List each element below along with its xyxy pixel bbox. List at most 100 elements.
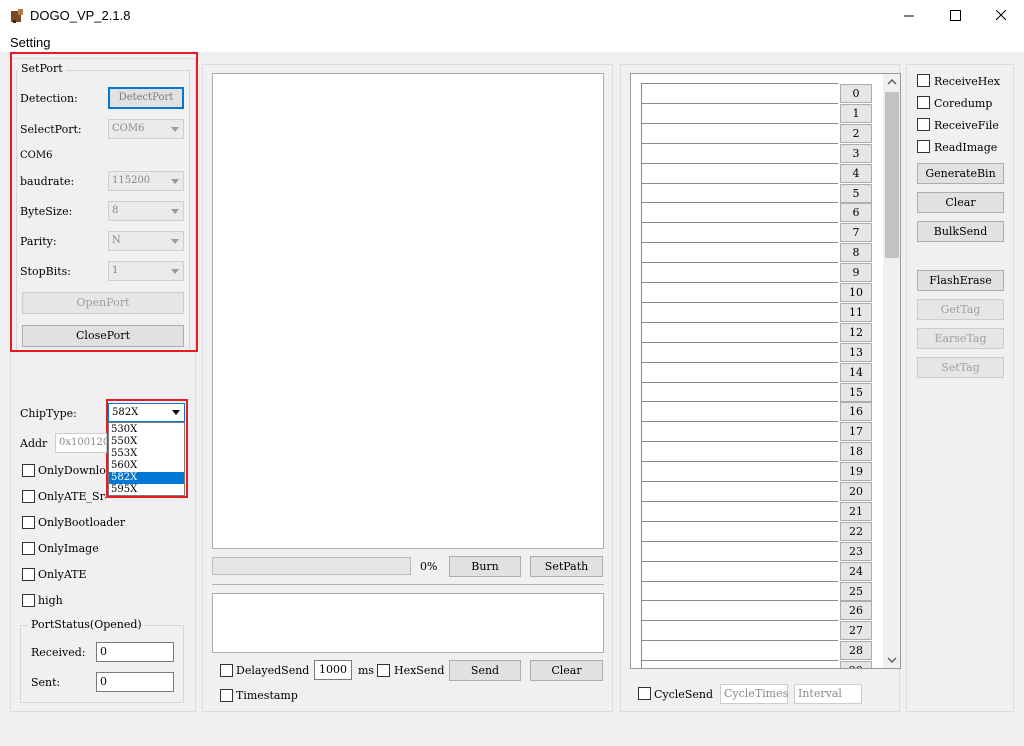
onlydownload-checkbox[interactable] (22, 464, 35, 477)
grid-row-button[interactable]: 0 (840, 84, 872, 103)
grid-cell-input[interactable] (641, 441, 838, 462)
grid-cell-input[interactable] (641, 122, 838, 143)
grid-cell-input[interactable] (641, 282, 838, 302)
delayedsend-checkbox[interactable] (220, 664, 233, 677)
grid-row-button[interactable]: 20 (840, 482, 872, 501)
grid-row-button[interactable]: 17 (840, 422, 872, 442)
grid-cell-input[interactable] (641, 321, 838, 342)
grid-row-button[interactable]: 4 (840, 163, 872, 183)
grid-row-button[interactable]: 9 (840, 263, 872, 283)
grid-cell-input[interactable] (641, 620, 838, 641)
grid-scrollbar[interactable] (883, 74, 900, 668)
grid-cell-input[interactable] (641, 83, 838, 103)
grid-cell-input[interactable] (641, 401, 838, 422)
grid-cell-input[interactable] (641, 301, 838, 322)
grid-row-button[interactable]: 26 (840, 601, 872, 621)
grid-cell-input[interactable] (641, 162, 838, 183)
grid-cell-input[interactable] (641, 222, 838, 243)
sent-field[interactable]: 0 (96, 672, 174, 692)
bytesize-combo[interactable]: 8 (108, 201, 184, 221)
minimize-button[interactable] (886, 0, 932, 31)
openport-button[interactable]: OpenPort (22, 292, 184, 314)
timestamp-checkbox[interactable] (220, 689, 233, 702)
send-textarea[interactable] (212, 593, 604, 653)
grid-cell-input[interactable] (641, 182, 838, 203)
onlyate-sram-checkbox[interactable] (22, 490, 35, 503)
grid-row-button[interactable]: 6 (840, 203, 872, 223)
grid-row-button[interactable]: 27 (840, 621, 872, 641)
menu-setting[interactable]: Setting (10, 35, 50, 50)
grid-row-button[interactable]: 1 (840, 103, 872, 123)
received-field[interactable]: 0 (96, 642, 174, 662)
grid-row-button[interactable]: 29 (840, 661, 872, 668)
grid-row-button[interactable]: 25 (840, 581, 872, 601)
grid-cell-input[interactable] (641, 600, 838, 621)
coredump-checkbox[interactable] (917, 96, 930, 109)
grid-cell-input[interactable] (641, 102, 838, 123)
parity-combo[interactable]: N (108, 231, 184, 251)
onlybootloader-checkbox[interactable] (22, 516, 35, 529)
flasherase-button[interactable]: FlashErase (917, 270, 1004, 291)
delay-input[interactable]: 1000 (314, 660, 352, 680)
grid-row-button[interactable]: 11 (840, 302, 872, 322)
grid-cell-input[interactable] (641, 202, 838, 223)
grid-cell-input[interactable] (641, 580, 838, 601)
grid-row-button[interactable]: 3 (840, 143, 872, 163)
maximize-button[interactable] (932, 0, 978, 31)
receivefile-checkbox[interactable] (917, 118, 930, 131)
grid-cell-input[interactable] (641, 481, 838, 501)
burn-button[interactable]: Burn (449, 556, 521, 577)
addr-input[interactable]: 0x100120 (55, 433, 107, 453)
scrollbar-thumb[interactable] (885, 92, 899, 258)
send-button[interactable]: Send (449, 660, 521, 681)
output-textarea[interactable] (212, 73, 604, 549)
selectport-combo[interactable]: COM6 (108, 119, 184, 139)
grid-cell-input[interactable] (641, 341, 838, 362)
close-button[interactable] (978, 0, 1024, 31)
grid-row-button[interactable]: 2 (840, 123, 872, 143)
baudrate-combo[interactable]: 115200 (108, 171, 184, 191)
cycletimes-input[interactable]: CycleTimes (720, 684, 788, 704)
onlyimage-checkbox[interactable] (22, 542, 35, 555)
chevron-down-icon[interactable] (887, 657, 897, 663)
grid-row-button[interactable]: 21 (840, 501, 872, 521)
grid-cell-input[interactable] (641, 142, 838, 163)
grid-cell-input[interactable] (641, 361, 838, 382)
stopbits-combo[interactable]: 1 (108, 261, 184, 281)
clear-grid-button[interactable]: Clear (917, 192, 1004, 213)
grid-row-button[interactable]: 23 (840, 541, 872, 561)
earsetag-button[interactable]: EarseTag (917, 328, 1004, 349)
onlyate-checkbox[interactable] (22, 568, 35, 581)
setpath-button[interactable]: SetPath (530, 556, 603, 577)
receivehex-checkbox[interactable] (917, 74, 930, 87)
hexsend-checkbox[interactable] (377, 664, 390, 677)
grid-cell-input[interactable] (641, 242, 838, 263)
grid-row-button[interactable]: 28 (840, 641, 872, 661)
grid-row-button[interactable]: 8 (840, 243, 872, 263)
grid-cell-input[interactable] (641, 421, 838, 442)
grid-row-button[interactable]: 10 (840, 283, 872, 302)
grid-cell-input[interactable] (641, 540, 838, 561)
grid-cell-input[interactable] (641, 262, 838, 283)
closeport-button[interactable]: ClosePort (22, 325, 184, 347)
chevron-up-icon[interactable] (887, 79, 897, 85)
interval-input[interactable]: Interval (794, 684, 862, 704)
grid-row-button[interactable]: 14 (840, 362, 872, 382)
grid-row-button[interactable]: 24 (840, 561, 872, 581)
readimage-checkbox[interactable] (917, 140, 930, 153)
gettag-button[interactable]: GetTag (917, 299, 1004, 320)
grid-row-button[interactable]: 7 (840, 223, 872, 243)
high-checkbox[interactable] (22, 594, 35, 607)
grid-row-button[interactable]: 5 (840, 183, 872, 203)
grid-row-button[interactable]: 18 (840, 442, 872, 462)
grid-cell-input[interactable] (641, 640, 838, 661)
settag-button[interactable]: SetTag (917, 357, 1004, 378)
grid-cell-input[interactable] (641, 560, 838, 581)
grid-row-button[interactable]: 13 (840, 342, 872, 362)
grid-row-button[interactable]: 15 (840, 382, 872, 402)
grid-row-button[interactable]: 19 (840, 462, 872, 482)
generatebin-button[interactable]: GenerateBin (917, 163, 1004, 184)
grid-cell-input[interactable] (641, 520, 838, 541)
grid-row-button[interactable]: 12 (840, 322, 872, 342)
bulksend-button[interactable]: BulkSend (917, 221, 1004, 242)
